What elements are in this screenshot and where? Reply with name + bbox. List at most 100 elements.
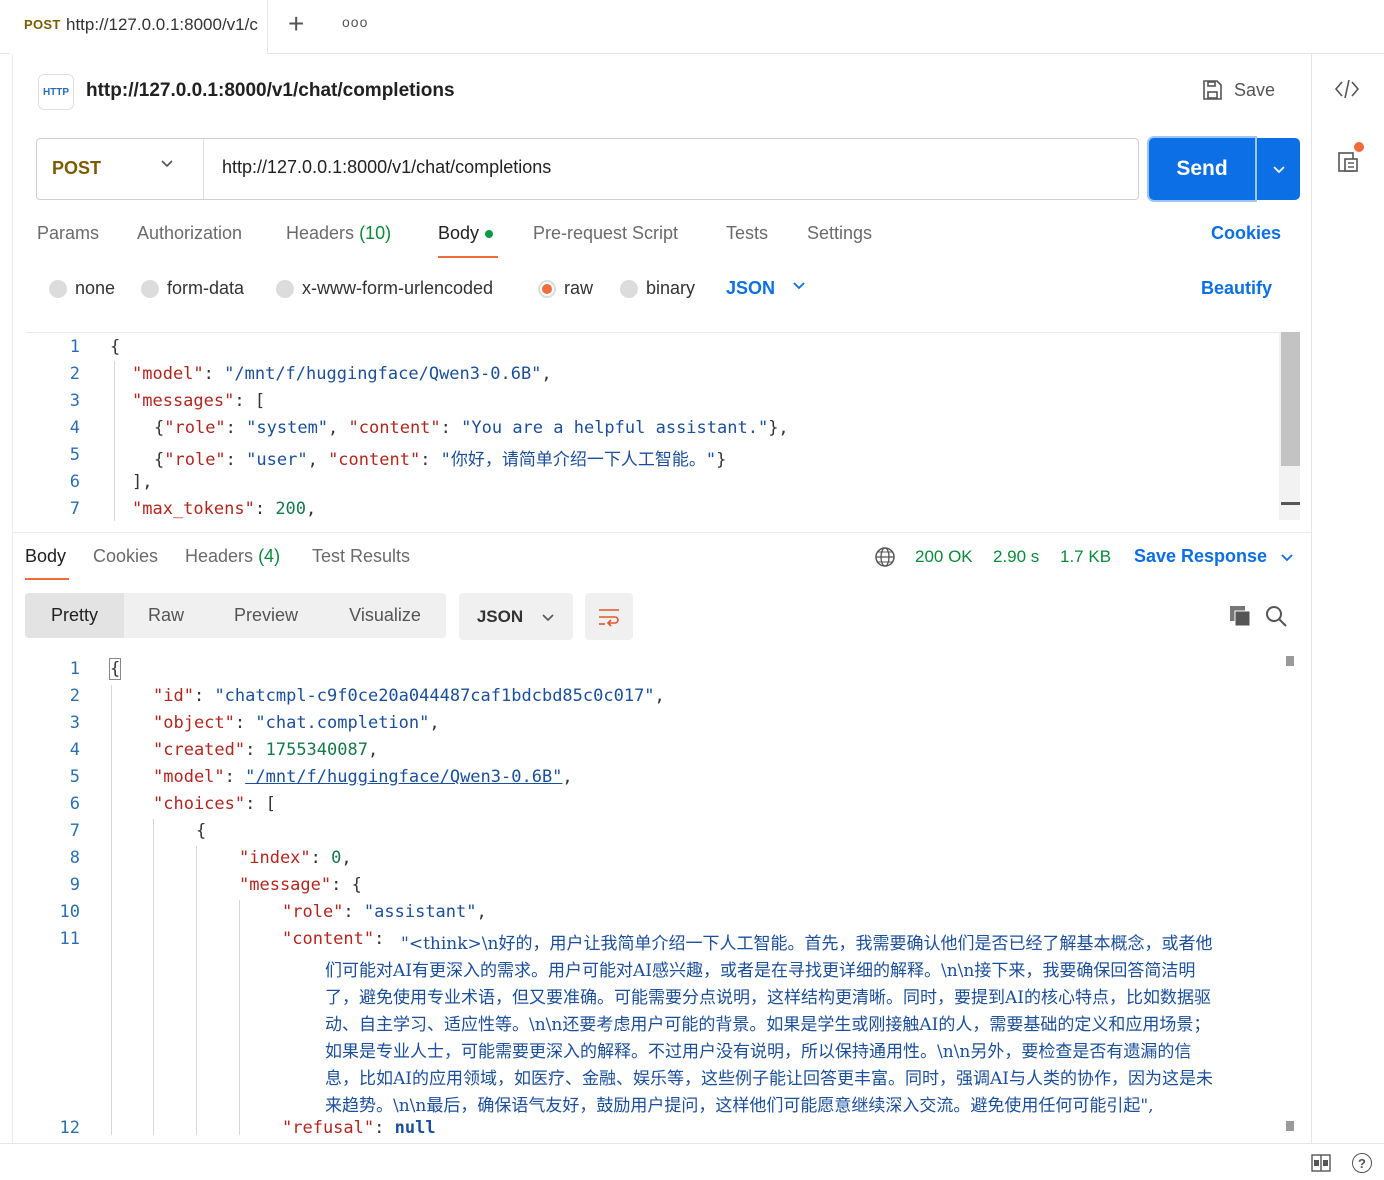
line-number: 6 bbox=[69, 472, 80, 492]
send-button[interactable]: Send bbox=[1149, 138, 1255, 200]
request-title[interactable]: http://127.0.0.1:8000/v1/chat/completion… bbox=[86, 80, 455, 102]
line-number: 8 bbox=[69, 848, 80, 868]
more-options-icon[interactable]: ooo bbox=[342, 14, 368, 30]
help-icon[interactable]: ? bbox=[1352, 1153, 1372, 1173]
cookies-link[interactable]: Cookies bbox=[1211, 223, 1281, 244]
documentation-icon[interactable] bbox=[1336, 150, 1360, 174]
chevron-down-icon[interactable] bbox=[160, 156, 174, 175]
radio-label: raw bbox=[564, 278, 594, 298]
save-button[interactable]: Save bbox=[1200, 78, 1275, 102]
radio-raw[interactable]: raw bbox=[538, 278, 593, 299]
tab-headers-count: (10) bbox=[359, 223, 392, 243]
radio-circle bbox=[141, 279, 159, 298]
body-format-select[interactable]: JSON bbox=[726, 278, 775, 299]
radio-x-www-form-urlencoded[interactable]: x-www-form-urlencoded bbox=[276, 278, 493, 299]
content-line: 了，避免使用专业术语，但又要准确。可能需要分点说明，这样结构更清晰。同时，要提到… bbox=[325, 988, 1211, 1008]
response-tab-headers[interactable]: Headers (4) bbox=[185, 546, 280, 567]
radio-none[interactable]: none bbox=[49, 278, 115, 299]
wrap-lines-button[interactable] bbox=[585, 593, 633, 640]
line-number: 5 bbox=[69, 767, 80, 787]
tab-authorization[interactable]: Authorization bbox=[137, 223, 242, 244]
view-preview-button[interactable]: Preview bbox=[208, 593, 324, 638]
notification-dot bbox=[1354, 142, 1364, 152]
copy-icon[interactable] bbox=[1228, 604, 1252, 628]
content-line: 如果是专业人士，可能需要更深入的解释。不过用户没有说明，所以保持通用性。\n\n… bbox=[325, 1042, 1192, 1062]
tab-settings[interactable]: Settings bbox=[807, 223, 872, 244]
line-number: 9 bbox=[69, 875, 80, 895]
line-number: 4 bbox=[69, 740, 80, 760]
indent-guide bbox=[153, 819, 154, 1135]
response-tab-cookies[interactable]: Cookies bbox=[93, 546, 158, 567]
view-visualize-button[interactable]: Visualize bbox=[324, 593, 446, 638]
line-number: 11 bbox=[59, 929, 80, 949]
view-raw-button[interactable]: Raw bbox=[124, 593, 208, 638]
content-line: 息，比如AI的应用领域，如医疗、金融、娱乐等，这些例子能让回答更丰富。同时，强调… bbox=[325, 1069, 1213, 1089]
wrap-lines-icon bbox=[599, 608, 619, 627]
save-response-button[interactable]: Save Response bbox=[1134, 546, 1294, 567]
code-line: { bbox=[110, 337, 121, 357]
tab-body-label: Body bbox=[438, 223, 480, 243]
scrollbar-end-marker bbox=[1281, 502, 1300, 505]
request-tab[interactable]: POST http://127.0.0.1:8000/v1/c bbox=[10, 0, 268, 54]
radio-label: x-www-form-urlencoded bbox=[302, 278, 494, 298]
code-line: "model": "/mnt/f/huggingface/Qwen3-0.6B"… bbox=[153, 767, 573, 787]
response-tab-headers-label: Headers bbox=[185, 546, 254, 566]
chevron-down-icon bbox=[1281, 554, 1293, 562]
indent-guide bbox=[111, 685, 112, 1135]
view-pretty-button[interactable]: Pretty bbox=[25, 593, 124, 638]
model-path-link[interactable]: "/mnt/f/huggingface/Qwen3-0.6B" bbox=[245, 767, 562, 787]
method-select[interactable]: POST bbox=[52, 158, 101, 179]
save-response-label: Save Response bbox=[1134, 546, 1268, 566]
response-format-select[interactable]: JSON bbox=[459, 593, 573, 640]
line-number: 4 bbox=[69, 418, 80, 438]
url-bar bbox=[36, 138, 1139, 200]
response-time[interactable]: 2.90 s bbox=[993, 547, 1039, 567]
code-line: "max_tokens": 200, bbox=[132, 499, 317, 519]
response-format-label: JSON bbox=[476, 606, 524, 626]
tab-headers[interactable]: Headers (10) bbox=[286, 223, 391, 244]
code-line: ], bbox=[132, 472, 153, 492]
code-line: "refusal": null bbox=[282, 1118, 436, 1135]
radio-circle-selected bbox=[538, 279, 556, 298]
radio-circle bbox=[276, 279, 294, 298]
line-number: 6 bbox=[69, 794, 80, 814]
response-body-viewer[interactable]: 1 2 3 4 5 6 7 8 9 10 11 12 { "id": "chat… bbox=[26, 655, 1286, 1135]
tab-url: http://127.0.0.1:8000/v1/c bbox=[66, 15, 258, 34]
tab-body[interactable]: Body bbox=[438, 223, 494, 244]
request-body-editor[interactable]: 1 2 3 4 5 6 7 { "model": "/mnt/f/hugging… bbox=[26, 332, 1300, 522]
request-editor-scroll-thumb[interactable] bbox=[1281, 332, 1300, 466]
beautify-button[interactable]: Beautify bbox=[1201, 278, 1272, 299]
code-line: "id": "chatcmpl-c9f0ce20a044487caf1bdcbd… bbox=[153, 686, 665, 706]
radio-form-data[interactable]: form-data bbox=[141, 278, 244, 299]
response-divider bbox=[12, 532, 1311, 533]
tab-tests[interactable]: Tests bbox=[726, 223, 768, 244]
tab-method: POST bbox=[24, 17, 61, 32]
new-tab-plus-icon[interactable]: + bbox=[288, 10, 304, 38]
code-snippet-icon[interactable] bbox=[1334, 78, 1360, 106]
url-input[interactable]: http://127.0.0.1:8000/v1/chat/completion… bbox=[222, 157, 551, 178]
response-tab-body[interactable]: Body bbox=[25, 546, 66, 567]
chevron-down-icon[interactable] bbox=[792, 278, 806, 297]
layout-toggle-icon[interactable] bbox=[1311, 1154, 1331, 1172]
response-scrollbar-top-marker[interactable] bbox=[1286, 656, 1294, 666]
search-icon[interactable] bbox=[1264, 604, 1288, 628]
response-size[interactable]: 1.7 KB bbox=[1060, 547, 1111, 567]
code-line: "created": 1755340087, bbox=[153, 740, 379, 760]
tab-headers-label: Headers bbox=[286, 223, 355, 243]
response-tab-test-results[interactable]: Test Results bbox=[312, 546, 410, 567]
line-number: 3 bbox=[69, 713, 80, 733]
send-options-chevron-icon[interactable] bbox=[1257, 138, 1300, 200]
radio-binary[interactable]: binary bbox=[620, 278, 695, 299]
content-line: 们可能对AI有更深入的需求。用户可能对AI感兴趣，或者是在寻找更详细的解释。\n… bbox=[325, 961, 1196, 981]
globe-icon[interactable] bbox=[874, 546, 896, 568]
code-line: "index": 0, bbox=[239, 848, 352, 868]
tab-params[interactable]: Params bbox=[37, 223, 99, 244]
response-scrollbar-bottom-marker[interactable] bbox=[1286, 1121, 1294, 1131]
tab-pre-request-script[interactable]: Pre-request Script bbox=[533, 223, 678, 244]
line-number: 10 bbox=[59, 902, 80, 922]
code-line: "model": "/mnt/f/huggingface/Qwen3-0.6B"… bbox=[132, 364, 552, 384]
radio-circle bbox=[620, 279, 638, 298]
status-code[interactable]: 200 OK bbox=[915, 547, 973, 567]
code-line: { bbox=[108, 658, 122, 680]
right-sidebar bbox=[1311, 54, 1384, 1144]
